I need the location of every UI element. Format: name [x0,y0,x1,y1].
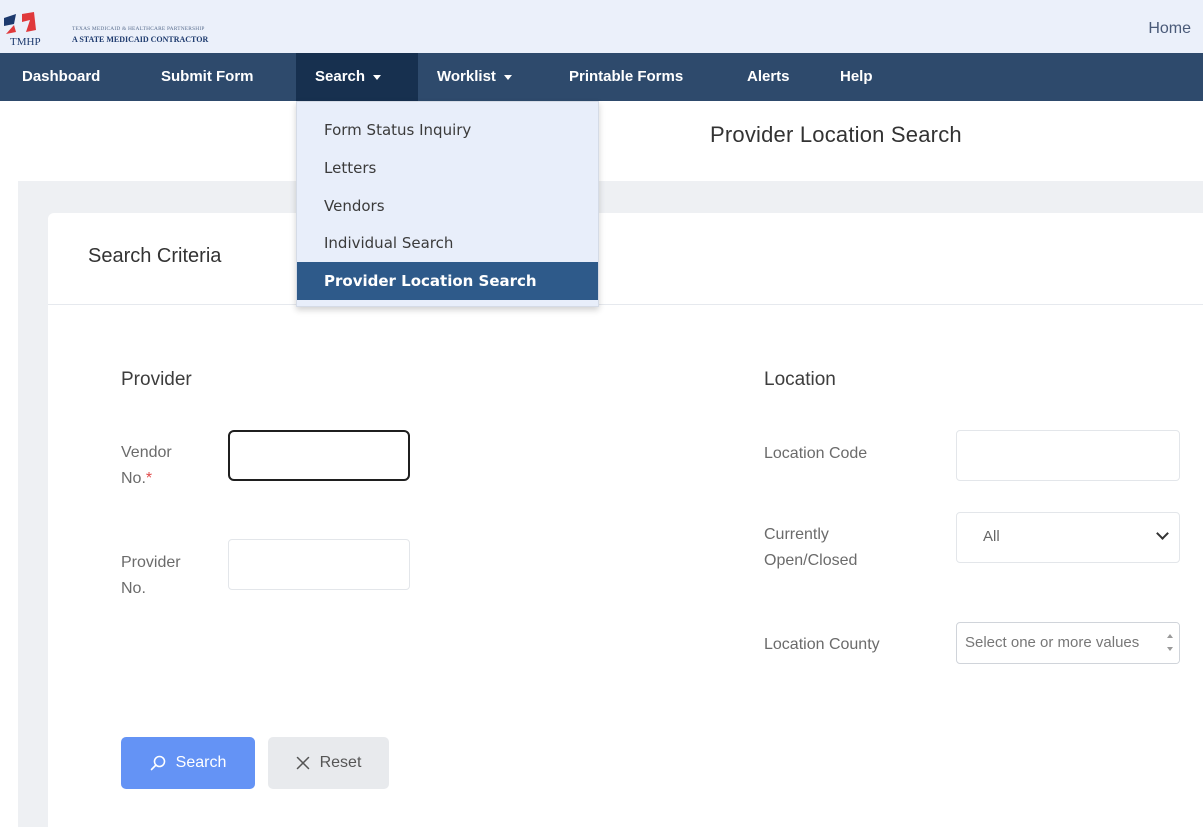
vendor-label-line2: No.* [121,466,172,492]
provider-label-line1: Provider [121,554,181,571]
nav-alerts[interactable]: Alerts [747,53,790,101]
search-dropdown-menu: Form Status Inquiry Letters Vendors Indi… [296,101,599,307]
top-bar: TMHP Texas Medicaid & Healthcare Partner… [0,0,1203,53]
card-title: Search Criteria [88,245,222,267]
page-title: Provider Location Search [710,122,962,147]
provider-no-label: Provider No. [121,550,181,602]
card-header: Search Criteria [48,213,1203,305]
location-code-input[interactable] [956,430,1180,481]
menu-item-provider-location-search[interactable]: Provider Location Search [297,262,598,300]
open-closed-label: Currently Open/Closed [764,522,857,574]
open-closed-selected-value: All [983,528,1000,545]
nav-worklist-label: Worklist [437,68,496,85]
location-county-label: Location County [764,636,880,653]
nav-dashboard[interactable]: Dashboard [22,53,100,101]
vendor-label-no: No. [121,470,146,487]
vendor-no-label: Vendor No.* [121,440,172,492]
menu-item-individual-search[interactable]: Individual Search [297,224,598,262]
main-nav: Dashboard Submit Form Search Worklist Pr… [0,53,1203,101]
logo-tagline: Texas Medicaid & Healthcare Partnership [72,26,205,32]
home-link[interactable]: Home [1148,20,1191,38]
tmhp-logo[interactable]: TMHP Texas Medicaid & Healthcare Partner… [4,12,274,48]
nav-worklist[interactable]: Worklist [437,53,512,101]
required-marker: * [145,470,153,487]
nav-help[interactable]: Help [840,53,873,101]
provider-no-input[interactable] [228,539,410,590]
location-code-label: Location Code [764,445,868,462]
menu-item-letters[interactable]: Letters [297,149,598,187]
search-button[interactable]: Search [121,737,255,789]
location-section-title: Location [764,369,836,390]
nav-submit-form[interactable]: Submit Form [161,53,254,101]
scroll-spinner[interactable] [1159,623,1179,663]
vendor-no-input[interactable] [228,430,410,481]
logo-subtitle: A STATE MEDICAID CONTRACTOR [72,35,209,44]
provider-label-line2: No. [121,580,146,597]
caret-down-icon [373,74,382,80]
caret-down-icon [503,74,512,80]
close-icon [296,756,309,770]
logo-abbreviation: TMHP [10,36,41,48]
provider-section-title: Provider [121,369,192,390]
location-county-multiselect[interactable]: Select one or more values [956,622,1180,664]
nav-printable-forms[interactable]: Printable Forms [569,53,683,101]
location-county-placeholder: Select one or more values [965,634,1140,651]
reset-button-label: Reset [319,754,362,771]
nav-search[interactable]: Search [296,53,418,101]
vendor-label-line1: Vendor [121,444,172,461]
menu-item-form-status-inquiry[interactable]: Form Status Inquiry [297,111,598,149]
search-icon [150,755,165,771]
menu-item-vendors[interactable]: Vendors [297,187,598,225]
page-header [0,101,1203,181]
spinner-down-icon [1167,647,1173,651]
open-closed-label-line2: Open/Closed [764,552,858,569]
spinner-up-icon [1167,634,1173,638]
reset-button[interactable]: Reset [268,737,389,789]
nav-search-label: Search [315,68,366,85]
open-closed-label-line1: Currently [764,526,829,543]
open-closed-select[interactable]: All [956,512,1180,563]
chevron-down-icon [1156,527,1169,540]
search-button-label: Search [175,754,227,771]
